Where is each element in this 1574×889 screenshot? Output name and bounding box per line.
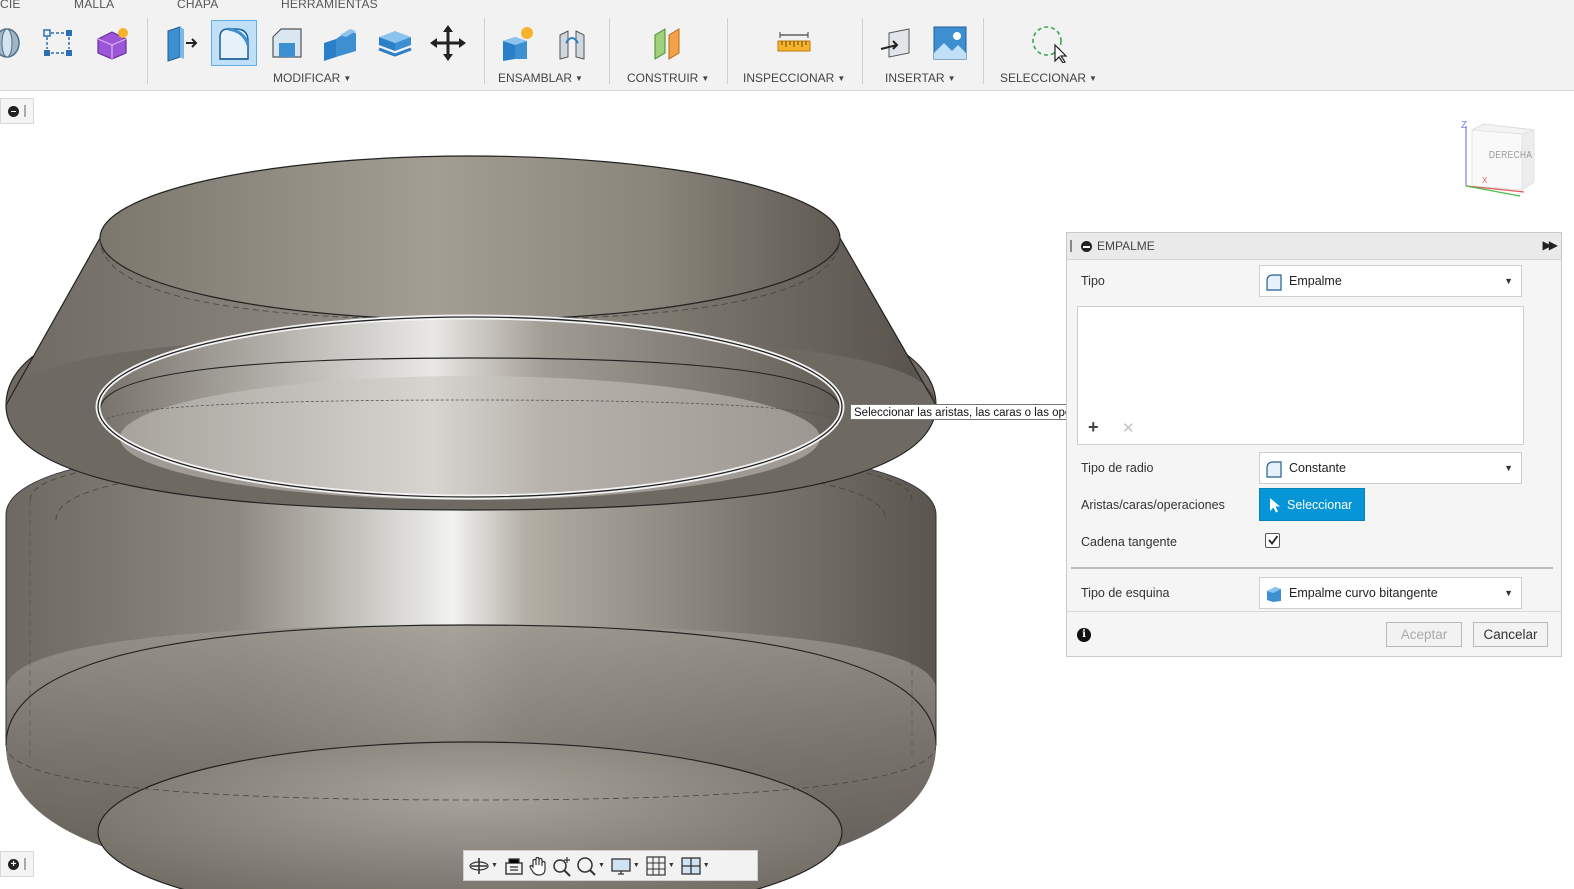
drag-handle-icon[interactable] [1070, 240, 1072, 252]
look-at-tool[interactable] [503, 854, 525, 878]
move-icon[interactable] [425, 20, 471, 66]
selection-list[interactable]: + ✕ [1077, 306, 1524, 445]
radius-type-value: Constante [1289, 461, 1346, 475]
type-dropdown[interactable]: Empalme ▼ [1259, 265, 1522, 297]
radius-type-dropdown[interactable]: Constante ▼ [1259, 452, 1522, 484]
footer-divider [1067, 611, 1561, 612]
display-settings[interactable]: ▼ [610, 854, 643, 878]
view-cube[interactable]: DERECHA Z X [1458, 120, 1540, 204]
chevron-down-icon: ▼ [1504, 276, 1513, 286]
section-divider [1071, 567, 1553, 569]
viewports-settings[interactable]: ▼ [680, 854, 713, 878]
press-pull-icon[interactable] [157, 20, 203, 66]
tab-mesh[interactable]: MALLA [74, 0, 114, 11]
edges-faces-features-label: Aristas/caras/operaciones [1081, 498, 1225, 512]
inspect-menu[interactable]: INSPECCIONAR ▼ [743, 71, 845, 85]
type-label: Tipo [1081, 274, 1105, 288]
navigation-bar: ▼ ▼ ▼ ▼ ▼ [463, 850, 758, 881]
look-at-icon [505, 857, 523, 875]
ok-button[interactable]: Aceptar [1386, 622, 1462, 647]
orbit-icon [469, 857, 489, 874]
offset-face-icon[interactable] [372, 20, 418, 66]
chamfer-icon[interactable] [264, 20, 310, 66]
corner-type-icon [1267, 587, 1281, 602]
tab-surface[interactable]: CIE [0, 0, 21, 11]
insert-image-icon[interactable] [927, 20, 973, 66]
zoom-window-icon [577, 856, 596, 876]
insert-derive-icon[interactable] [874, 20, 920, 66]
corner-type-value: Empalme curvo bitangente [1289, 586, 1438, 600]
measure-icon[interactable] [771, 20, 817, 66]
cancel-button[interactable]: Cancelar [1473, 622, 1548, 647]
collapse-icon: – [8, 105, 19, 117]
checkmark-icon [1268, 535, 1279, 545]
grid-icon [646, 855, 666, 876]
display-icon [611, 857, 631, 875]
select-menu[interactable]: SELECCIONAR ▼ [1000, 71, 1097, 85]
tab-tools[interactable]: HERRAMIENTAS [281, 0, 378, 11]
tab-sheet-metal[interactable]: CHAPA [177, 0, 218, 11]
constant-radius-icon [1266, 461, 1282, 478]
insert-menu[interactable]: INSERTAR ▼ [885, 71, 956, 85]
cursor-icon [1270, 498, 1280, 513]
grid-settings[interactable]: ▼ [645, 854, 678, 878]
modify-menu[interactable]: MODIFICAR ▼ [273, 71, 351, 85]
select-edges-button[interactable]: Seleccionar [1259, 488, 1365, 521]
corner-type-dropdown[interactable]: Empalme curvo bitangente ▼ [1259, 577, 1522, 609]
joint-icon[interactable] [549, 20, 595, 66]
browser-collapse-control[interactable]: – [0, 98, 34, 124]
comments-expand-control[interactable]: + [0, 851, 34, 877]
hand-icon [529, 856, 546, 876]
radius-type-label: Tipo de radio [1081, 461, 1154, 475]
add-selection-icon[interactable]: + [1088, 417, 1099, 438]
corner-type-label: Tipo de esquina [1081, 586, 1170, 600]
tangent-chain-checkbox[interactable] [1265, 533, 1280, 548]
axis-z-label: Z [1461, 120, 1468, 131]
assemble-menu[interactable]: ENSAMBLAR ▼ [498, 71, 583, 85]
revolve-icon[interactable] [0, 20, 28, 66]
dialog-header[interactable]: EMPALME ▶▶ [1067, 233, 1561, 260]
chevron-down-icon: ▼ [1504, 588, 1513, 598]
pan-tool[interactable] [527, 854, 549, 878]
expand-icon: + [8, 858, 19, 870]
view-cube-face-label[interactable]: DERECHA [1489, 150, 1532, 161]
axis-x-label: X [1482, 176, 1488, 185]
dialog-title: EMPALME [1097, 239, 1155, 253]
fillet-dialog: EMPALME ▶▶ Tipo Empalme ▼ + ✕ Tipo de ra… [1066, 232, 1562, 657]
construct-menu[interactable]: CONSTRUIR ▼ [627, 71, 709, 85]
combine-icon[interactable] [317, 20, 363, 66]
offset-plane-icon[interactable] [646, 20, 692, 66]
toolbar-ribbon: CIE MALLA CHAPA HERRAMIENTAS MODIFICAR ▼ … [0, 0, 1574, 91]
collapse-dialog-icon[interactable] [1081, 241, 1092, 252]
tangent-chain-label: Cadena tangente [1081, 535, 1177, 549]
zoom-icon [553, 856, 571, 877]
orbit-tool[interactable]: ▼ [468, 854, 501, 878]
zoom-tool[interactable] [551, 854, 573, 878]
viewports-icon [681, 856, 701, 875]
fillet-icon[interactable] [211, 20, 257, 66]
new-component-icon[interactable] [494, 20, 540, 66]
sketch-pattern-icon[interactable] [35, 20, 81, 66]
info-icon[interactable]: i [1077, 628, 1091, 642]
select-icon[interactable] [1026, 20, 1072, 66]
type-value: Empalme [1289, 274, 1342, 288]
form-icon[interactable] [89, 20, 135, 66]
remove-selection-icon[interactable]: ✕ [1122, 419, 1135, 437]
fillet-type-icon [1266, 274, 1282, 291]
chevron-down-icon: ▼ [1504, 463, 1513, 473]
expand-dialog-icon[interactable]: ▶▶ [1543, 238, 1559, 252]
fit-tool[interactable]: ▼ [575, 854, 608, 878]
